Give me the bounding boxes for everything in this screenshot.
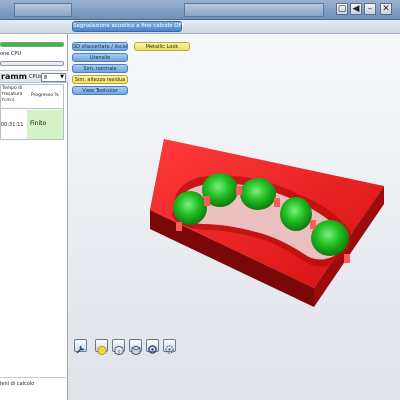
sfaccettato-button[interactable]: 3D sfaccettato / liscio bbox=[72, 42, 128, 51]
window-control-icon[interactable]: ▢ bbox=[336, 3, 348, 15]
table-cell-time: 00:31:11 bbox=[1, 122, 24, 128]
tooth-4 bbox=[280, 197, 312, 231]
rotate-glyph bbox=[148, 345, 157, 354]
yellow-cube-glyph bbox=[97, 345, 107, 356]
tooth-1 bbox=[173, 191, 207, 225]
progress-bar bbox=[0, 42, 64, 47]
cpus-select-value: 8 bbox=[44, 75, 48, 81]
view-toolcolor-button[interactable]: View Toolcolor bbox=[72, 86, 128, 95]
table-cell-progress: Finito bbox=[27, 110, 63, 139]
progress-fill bbox=[1, 43, 63, 46]
option-bar bbox=[0, 20, 400, 34]
fit-view-icon[interactable] bbox=[163, 339, 176, 354]
fit-view-glyph bbox=[165, 345, 174, 354]
secondary-progress-bar bbox=[0, 61, 64, 66]
close-icon[interactable]: ✕ bbox=[380, 3, 392, 15]
cpu-mode-label: one CPU bbox=[0, 51, 22, 57]
connector-5 bbox=[176, 222, 182, 231]
job-table: Tempo di fresatura h:m:s Progresso % 00:… bbox=[0, 84, 64, 140]
wrench-icon-glyph bbox=[76, 345, 85, 354]
program-header: ramm CPUs: 8 ▼ bbox=[0, 70, 68, 83]
header-cell-time: Tempo di fresatura h:m:s bbox=[2, 86, 23, 103]
window-control-icon[interactable]: ◀ bbox=[350, 3, 362, 15]
connector-1 bbox=[204, 196, 210, 206]
sim-altezza-button[interactable]: Sim. altezza residua bbox=[72, 75, 128, 84]
cube-view-glyph bbox=[114, 345, 124, 356]
progress-status: Finito bbox=[30, 120, 47, 127]
cube-view-icon[interactable] bbox=[112, 339, 125, 356]
minimize-icon[interactable]: – bbox=[364, 3, 376, 15]
tooth-3 bbox=[240, 178, 276, 210]
sim-normale-button[interactable]: Sim. normale bbox=[72, 64, 128, 73]
connector-6 bbox=[344, 254, 350, 263]
title-strip-center bbox=[184, 3, 324, 17]
table-row[interactable]: 00:31:11 Finito bbox=[1, 110, 63, 139]
utensile-button[interactable]: Utensile bbox=[72, 53, 128, 62]
connector-3 bbox=[274, 198, 280, 207]
rotate-icon[interactable] bbox=[146, 339, 159, 354]
tooth-5 bbox=[311, 220, 349, 256]
window-titlebar: ▢ ◀ – ✕ bbox=[0, 0, 400, 20]
chevron-down-icon: ▼ bbox=[60, 74, 64, 80]
title-strip-left bbox=[14, 3, 72, 17]
header-cell-progress: Progresso % bbox=[31, 93, 59, 98]
yellow-cube-icon[interactable] bbox=[95, 339, 108, 356]
connector-4 bbox=[310, 220, 316, 229]
connector-2 bbox=[236, 186, 242, 195]
wrench-icon[interactable] bbox=[74, 339, 87, 354]
cube-view-2-icon[interactable] bbox=[129, 339, 142, 356]
table-header: Tempo di fresatura h:m:s Progresso % bbox=[1, 85, 63, 109]
program-label: ramm bbox=[1, 72, 28, 81]
calc-params-label: leni di calcolo bbox=[0, 381, 35, 387]
footer-label: leni di calcolo bbox=[0, 377, 66, 389]
acoustic-signal-button[interactable]: Segnalazione acustica a fine calcolo OFF bbox=[72, 21, 185, 32]
metallic-look-button[interactable]: Metallic Look bbox=[134, 42, 190, 51]
cpus-select[interactable]: 8 ▼ bbox=[41, 73, 66, 82]
left-panel: one CPU ramm CPUs: 8 ▼ Tempo di fresatur… bbox=[0, 34, 68, 400]
cube-view-2-glyph bbox=[131, 345, 141, 356]
